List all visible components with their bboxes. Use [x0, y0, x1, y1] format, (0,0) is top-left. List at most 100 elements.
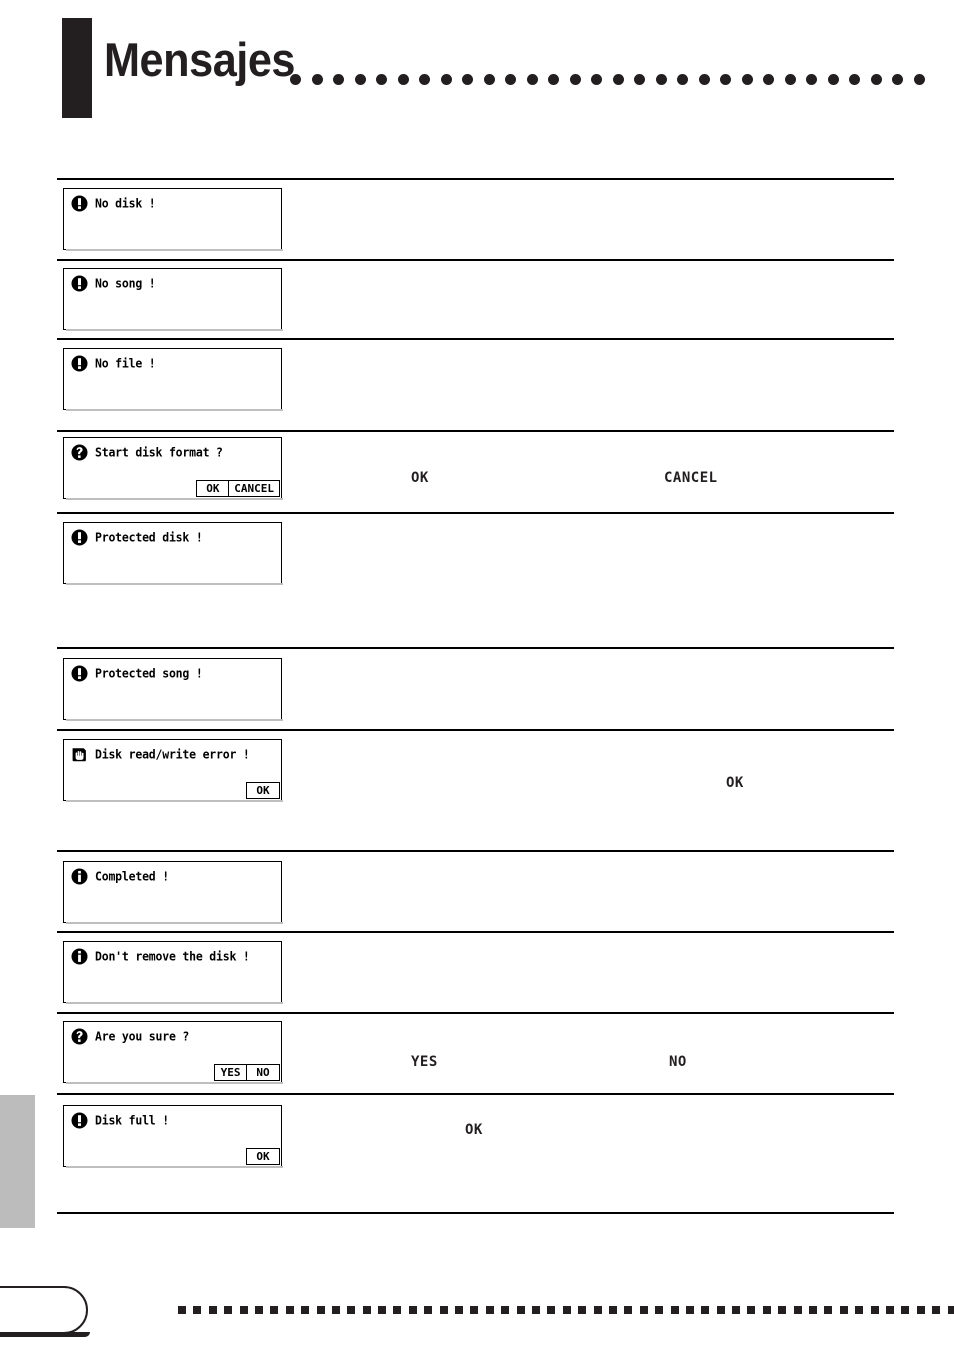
leader-dot [720, 73, 731, 85]
leader-dot [716, 1306, 725, 1314]
leader-dot [470, 1306, 479, 1314]
leader-dot [741, 73, 753, 85]
lcd-message-box: Disk full ! OK [63, 1105, 283, 1168]
lcd-button-group: OK [246, 782, 280, 799]
leader-dot [485, 1306, 494, 1314]
section-rule [57, 259, 894, 261]
leader-dot [670, 1306, 679, 1314]
lcd-message-text: Don't remove the disk ! [95, 949, 250, 964]
leader-dot [316, 1306, 325, 1314]
leader-dot [793, 1306, 802, 1314]
leader-dot [239, 1306, 248, 1314]
page-side-tab [0, 1095, 35, 1228]
leader-dot [224, 1306, 233, 1314]
section-rule [57, 178, 894, 180]
leader-dot [747, 1306, 756, 1314]
leader-dot [698, 73, 710, 85]
lcd-button-ok[interactable]: OK [246, 782, 280, 799]
leader-dot [290, 73, 301, 85]
info-icon [71, 948, 88, 965]
leader-dot [483, 73, 495, 85]
lcd-button-yes[interactable]: YES [213, 1064, 248, 1081]
lcd-button-no[interactable]: NO [246, 1064, 280, 1081]
lcd-message-text: Completed ! [95, 869, 169, 884]
leader-dot [270, 1306, 279, 1314]
section-rule [57, 1093, 894, 1095]
leader-dot [634, 73, 645, 85]
leader-dot [778, 1306, 787, 1314]
leader-dot [824, 1306, 833, 1314]
lcd-button-ok[interactable]: OK [195, 480, 230, 497]
leader-dot [333, 73, 344, 85]
leader-dot [439, 1306, 448, 1314]
leader-dot [285, 1306, 294, 1314]
lcd-button-ok[interactable]: OK [246, 1148, 280, 1165]
question-icon [71, 444, 88, 461]
leader-dot [397, 73, 409, 85]
leader-dot [762, 1306, 771, 1314]
leader-dot [393, 1306, 402, 1314]
leader-dot [376, 73, 387, 85]
section-rule [57, 430, 894, 432]
leader-dot [548, 73, 559, 85]
leader-dot [378, 1306, 387, 1314]
leader-dot [763, 73, 774, 85]
leader-dot [932, 1306, 941, 1314]
alert-icon [71, 195, 88, 212]
leader-dot [827, 73, 839, 85]
leader-dot [208, 1306, 217, 1314]
leader-dot [501, 1306, 510, 1314]
leader-dot [655, 1306, 664, 1314]
lcd-message-box: Start disk format ? OK CANCEL [63, 437, 283, 500]
leader-dot [849, 73, 860, 85]
question-icon [71, 1028, 88, 1045]
lcd-message-text: Are you sure ? [95, 1029, 190, 1044]
lcd-button-group: OK [246, 1148, 280, 1165]
leader-dot [701, 1306, 710, 1314]
leader-dot [531, 1306, 540, 1314]
lcd-message-text: No file ! [95, 356, 156, 371]
leader-dot [193, 1306, 202, 1314]
inline-key-ok: OK [726, 775, 744, 791]
alert-icon [71, 1112, 88, 1129]
lcd-message-box: Protected disk ! [63, 522, 283, 585]
leader-dot [408, 1306, 417, 1314]
leader-dot [516, 1306, 525, 1314]
leader-dot [839, 1306, 848, 1314]
lcd-message-text: Start disk format ? [95, 445, 223, 460]
leader-dot [608, 1306, 617, 1314]
leader-dot [591, 73, 602, 85]
section-rule [57, 729, 894, 731]
leader-dot [593, 1306, 602, 1314]
leader-dot [809, 1306, 818, 1314]
lcd-button-group: YES NO [213, 1064, 280, 1081]
leader-dot [732, 1306, 741, 1314]
lcd-message-box: No disk ! [63, 188, 283, 251]
title-accent-bar [62, 18, 92, 118]
lcd-button-cancel[interactable]: CANCEL [228, 480, 280, 497]
leader-dot [677, 73, 688, 85]
leader-dot [254, 1306, 263, 1314]
leader-dot [855, 1306, 864, 1314]
lcd-message-text: Protected disk ! [95, 530, 203, 545]
lcd-message-text: Disk read/write error ! [95, 747, 250, 762]
lcd-message-text: Disk full ! [95, 1113, 169, 1128]
footer-dot-leader [178, 1306, 954, 1316]
leader-dot [526, 73, 538, 85]
leader-dot [562, 1306, 571, 1314]
leader-dot [547, 1306, 556, 1314]
leader-dot [784, 73, 796, 85]
lcd-message-text: No disk ! [95, 196, 156, 211]
lcd-message-box: Disk read/write error ! OK [63, 739, 283, 802]
leader-dot [655, 73, 667, 85]
leader-dot [913, 73, 925, 85]
inline-key-ok: OK [465, 1122, 483, 1138]
leader-dot [892, 73, 903, 85]
page-title: Mensajes [104, 33, 296, 86]
leader-dot [462, 73, 473, 85]
leader-dot [331, 1306, 340, 1314]
title-dot-leader [290, 72, 954, 86]
leader-dot [612, 73, 624, 85]
lcd-message-text: No song ! [95, 276, 156, 291]
section-rule [57, 931, 894, 933]
